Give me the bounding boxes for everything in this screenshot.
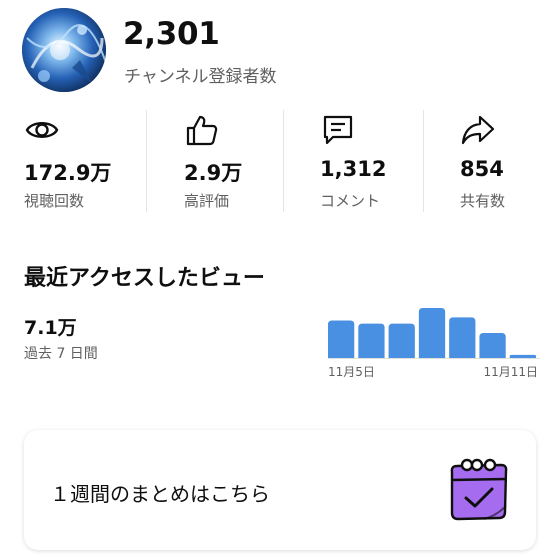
stat-label: 高評価 (184, 192, 230, 210)
chart-bar (479, 333, 506, 358)
views-bar-chart[interactable]: 11月5日 11月11日 (324, 296, 540, 382)
calendar-check-icon (444, 456, 514, 526)
section-title: 最近アクセスしたビュー (24, 266, 265, 291)
divider (423, 110, 424, 212)
stat-value: 854 (460, 157, 504, 181)
channel-analytics-page: 2,301 チャンネル登録者数 172.9万 視聴回数 2.9万 高評価 1,3… (0, 0, 560, 560)
stat-label: コメント (320, 192, 381, 210)
weekly-summary-text: １週間のまとめはこちら (50, 482, 270, 506)
share-icon (460, 112, 496, 148)
chart-bar (328, 320, 355, 358)
chart-bar (388, 323, 415, 358)
stat-value: 1,312 (320, 157, 387, 181)
avatar-image (22, 8, 106, 92)
views-period: 過去 7 日間 (24, 346, 98, 362)
avatar[interactable] (22, 8, 106, 92)
chart-tick-label: 11月11日 (483, 365, 538, 379)
stat-label: 視聴回数 (24, 192, 85, 210)
subscriber-count: 2,301 (123, 16, 220, 52)
stat-label: 共有数 (460, 192, 506, 210)
chart-bar (358, 323, 385, 358)
divider (283, 110, 284, 212)
chart-bar (418, 308, 446, 358)
stats-row: 172.9万 視聴回数 2.9万 高評価 1,312 コメント 854 共有数 (0, 108, 560, 216)
comment-icon (320, 112, 356, 148)
bar-chart-svg: 11月5日 11月11日 (328, 308, 540, 379)
stat-value: 2.9万 (184, 161, 243, 185)
subscriber-label: チャンネル登録者数 (124, 67, 277, 87)
chart-bar (449, 317, 476, 358)
chart-tick-label: 11月5日 (328, 365, 375, 379)
thumbs-up-icon (184, 112, 220, 148)
views-value: 7.1万 (24, 317, 77, 339)
eye-icon (24, 112, 60, 148)
chart-bar (509, 354, 536, 358)
divider (146, 110, 147, 212)
weekly-summary-card[interactable]: １週間のまとめはこちら (24, 430, 536, 550)
stat-value: 172.9万 (24, 161, 112, 185)
